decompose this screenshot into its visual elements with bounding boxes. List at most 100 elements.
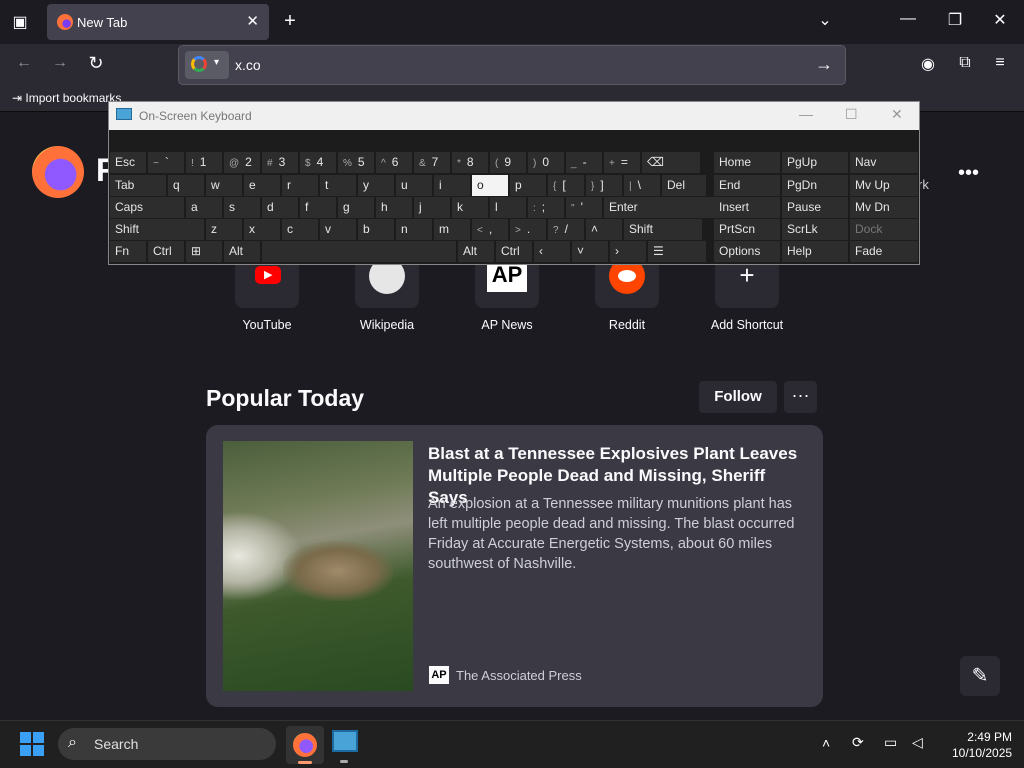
osk-key[interactable]: ) 0 [528, 152, 564, 173]
osk-nav-key[interactable]: Options [714, 241, 780, 262]
osk-key[interactable]: + = [604, 152, 640, 173]
url-input[interactable]: x.co [235, 57, 261, 73]
new-tab-plus-icon[interactable]: + [280, 10, 300, 33]
reload-icon[interactable]: ↻ [86, 53, 106, 74]
osk-key[interactable]: :; [528, 197, 564, 218]
close-window-icon[interactable]: ✕ [990, 10, 1010, 30]
osk-key[interactable]: % 5 [338, 152, 374, 173]
osk-key[interactable]: a [186, 197, 222, 218]
osk-key[interactable]: d [262, 197, 298, 218]
osk-key[interactable]: ? / [548, 219, 584, 240]
osk-key[interactable]: h [376, 197, 412, 218]
osk-key[interactable]: j [414, 197, 450, 218]
osk-nav-key[interactable]: Help [782, 241, 848, 262]
tray-volume-icon[interactable]: ◁ [912, 734, 923, 751]
osk-key[interactable]: v [320, 219, 356, 240]
osk-key[interactable]: c [282, 219, 318, 240]
osk-key[interactable]: ⌫ [642, 152, 700, 173]
osk-key[interactable]: ^ 6 [376, 152, 412, 173]
osk-key[interactable] [262, 241, 456, 262]
osk-key[interactable]: @2 [224, 152, 260, 173]
osk-key[interactable]: k [452, 197, 488, 218]
osk-key[interactable]: Ctrl [496, 241, 532, 262]
import-bookmarks-button[interactable]: ⇥ Import bookmarks [12, 91, 121, 105]
osk-key[interactable]: {[ [548, 175, 584, 196]
osk-nav-key[interactable]: Pause [782, 197, 848, 218]
story-image[interactable] [223, 441, 413, 691]
osk-key[interactable]: ⊞ [186, 241, 222, 262]
url-bar[interactable]: ▾ x.co → [178, 45, 846, 85]
osk-key[interactable]: o [472, 175, 508, 196]
osk-key[interactable]: Esc [110, 152, 146, 173]
osk-key[interactable]: (9 [490, 152, 526, 173]
osk-key[interactable]: Fn [110, 241, 146, 262]
osk-key[interactable]: m [434, 219, 470, 240]
osk-nav-key[interactable]: Mv Up [850, 175, 918, 196]
tab-new-tab[interactable]: New Tab ✕ [47, 4, 269, 40]
tab-overview-icon[interactable]: ▣ [10, 12, 30, 32]
osk-key[interactable]: r [282, 175, 318, 196]
edit-pencil-icon[interactable]: ✎ [960, 656, 1000, 696]
osk-key[interactable]: Tab [110, 175, 166, 196]
osk-key[interactable]: x [244, 219, 280, 240]
osk-key[interactable]: u [396, 175, 432, 196]
osk-key[interactable]: ˄ [586, 219, 622, 240]
section-more-icon[interactable]: ··· [784, 381, 817, 413]
osk-key[interactable]: i [434, 175, 470, 196]
osk-key[interactable]: >. [510, 219, 546, 240]
osk-nav-key[interactable]: Insert [714, 197, 780, 218]
osk-key[interactable]: ☰ [648, 241, 706, 262]
osk-key[interactable]: Enter [604, 197, 720, 218]
osk-maximize-icon[interactable]: ☐ [845, 106, 858, 123]
osk-key[interactable]: <, [472, 219, 508, 240]
osk-nav-key[interactable]: Dock [850, 219, 918, 240]
osk-key[interactable]: ‹ [534, 241, 570, 262]
minimize-icon[interactable]: — [898, 10, 918, 28]
taskbar-osk-icon[interactable] [332, 730, 358, 752]
osk-key[interactable]: " ' [566, 197, 602, 218]
list-tabs-chevron-icon[interactable]: ⌄ [815, 10, 835, 30]
go-arrow-icon[interactable]: → [815, 54, 833, 75]
menu-hamburger-icon[interactable]: ≡ [990, 54, 1010, 72]
follow-button[interactable]: Follow [699, 381, 777, 413]
osk-key[interactable]: n [396, 219, 432, 240]
osk-close-icon[interactable]: ✕ [891, 106, 903, 123]
osk-key[interactable]: f [300, 197, 336, 218]
osk-nav-key[interactable]: End [714, 175, 780, 196]
osk-key[interactable]: _ - [566, 152, 602, 173]
osk-key[interactable]: Alt [458, 241, 494, 262]
osk-key[interactable]: s [224, 197, 260, 218]
osk-key[interactable]: b [358, 219, 394, 240]
tray-chevron-icon[interactable]: ˄ [822, 735, 830, 751]
taskbar-firefox[interactable] [286, 726, 324, 764]
osk-nav-key[interactable]: PgUp [782, 152, 848, 173]
windows-start-icon[interactable] [20, 732, 44, 756]
osk-key[interactable]: $4 [300, 152, 336, 173]
account-icon[interactable]: ◉ [918, 54, 938, 74]
osk-key[interactable]: }] [586, 175, 622, 196]
osk-key[interactable]: Del [662, 175, 706, 196]
osk-nav-key[interactable]: Nav [850, 152, 918, 173]
extensions-icon[interactable]: ⧉ [955, 54, 975, 72]
search-engine-button[interactable]: ▾ [185, 51, 229, 79]
tray-sync-icon[interactable]: ⟳ [852, 734, 864, 751]
osk-key[interactable]: | \ [624, 175, 660, 196]
osk-key[interactable]: w [206, 175, 242, 196]
osk-nav-key[interactable]: PgDn [782, 175, 848, 196]
osk-key[interactable]: Alt [224, 241, 260, 262]
osk-key[interactable]: Shift [110, 219, 204, 240]
osk-key[interactable]: Caps [110, 197, 184, 218]
osk-nav-key[interactable]: ScrLk [782, 219, 848, 240]
osk-nav-key[interactable]: Fade [850, 241, 918, 262]
osk-key[interactable]: ~ ` [148, 152, 184, 173]
osk-key[interactable]: q [168, 175, 204, 196]
osk-nav-key[interactable]: PrtScn [714, 219, 780, 240]
back-icon[interactable]: ← [14, 54, 34, 72]
osk-key[interactable]: y [358, 175, 394, 196]
osk-key[interactable]: z [206, 219, 242, 240]
osk-key[interactable]: g [338, 197, 374, 218]
maximize-icon[interactable]: ❐ [945, 10, 965, 30]
osk-key[interactable]: & 7 [414, 152, 450, 173]
osk-minimize-icon[interactable]: — [799, 106, 813, 122]
osk-key[interactable]: › [610, 241, 646, 262]
